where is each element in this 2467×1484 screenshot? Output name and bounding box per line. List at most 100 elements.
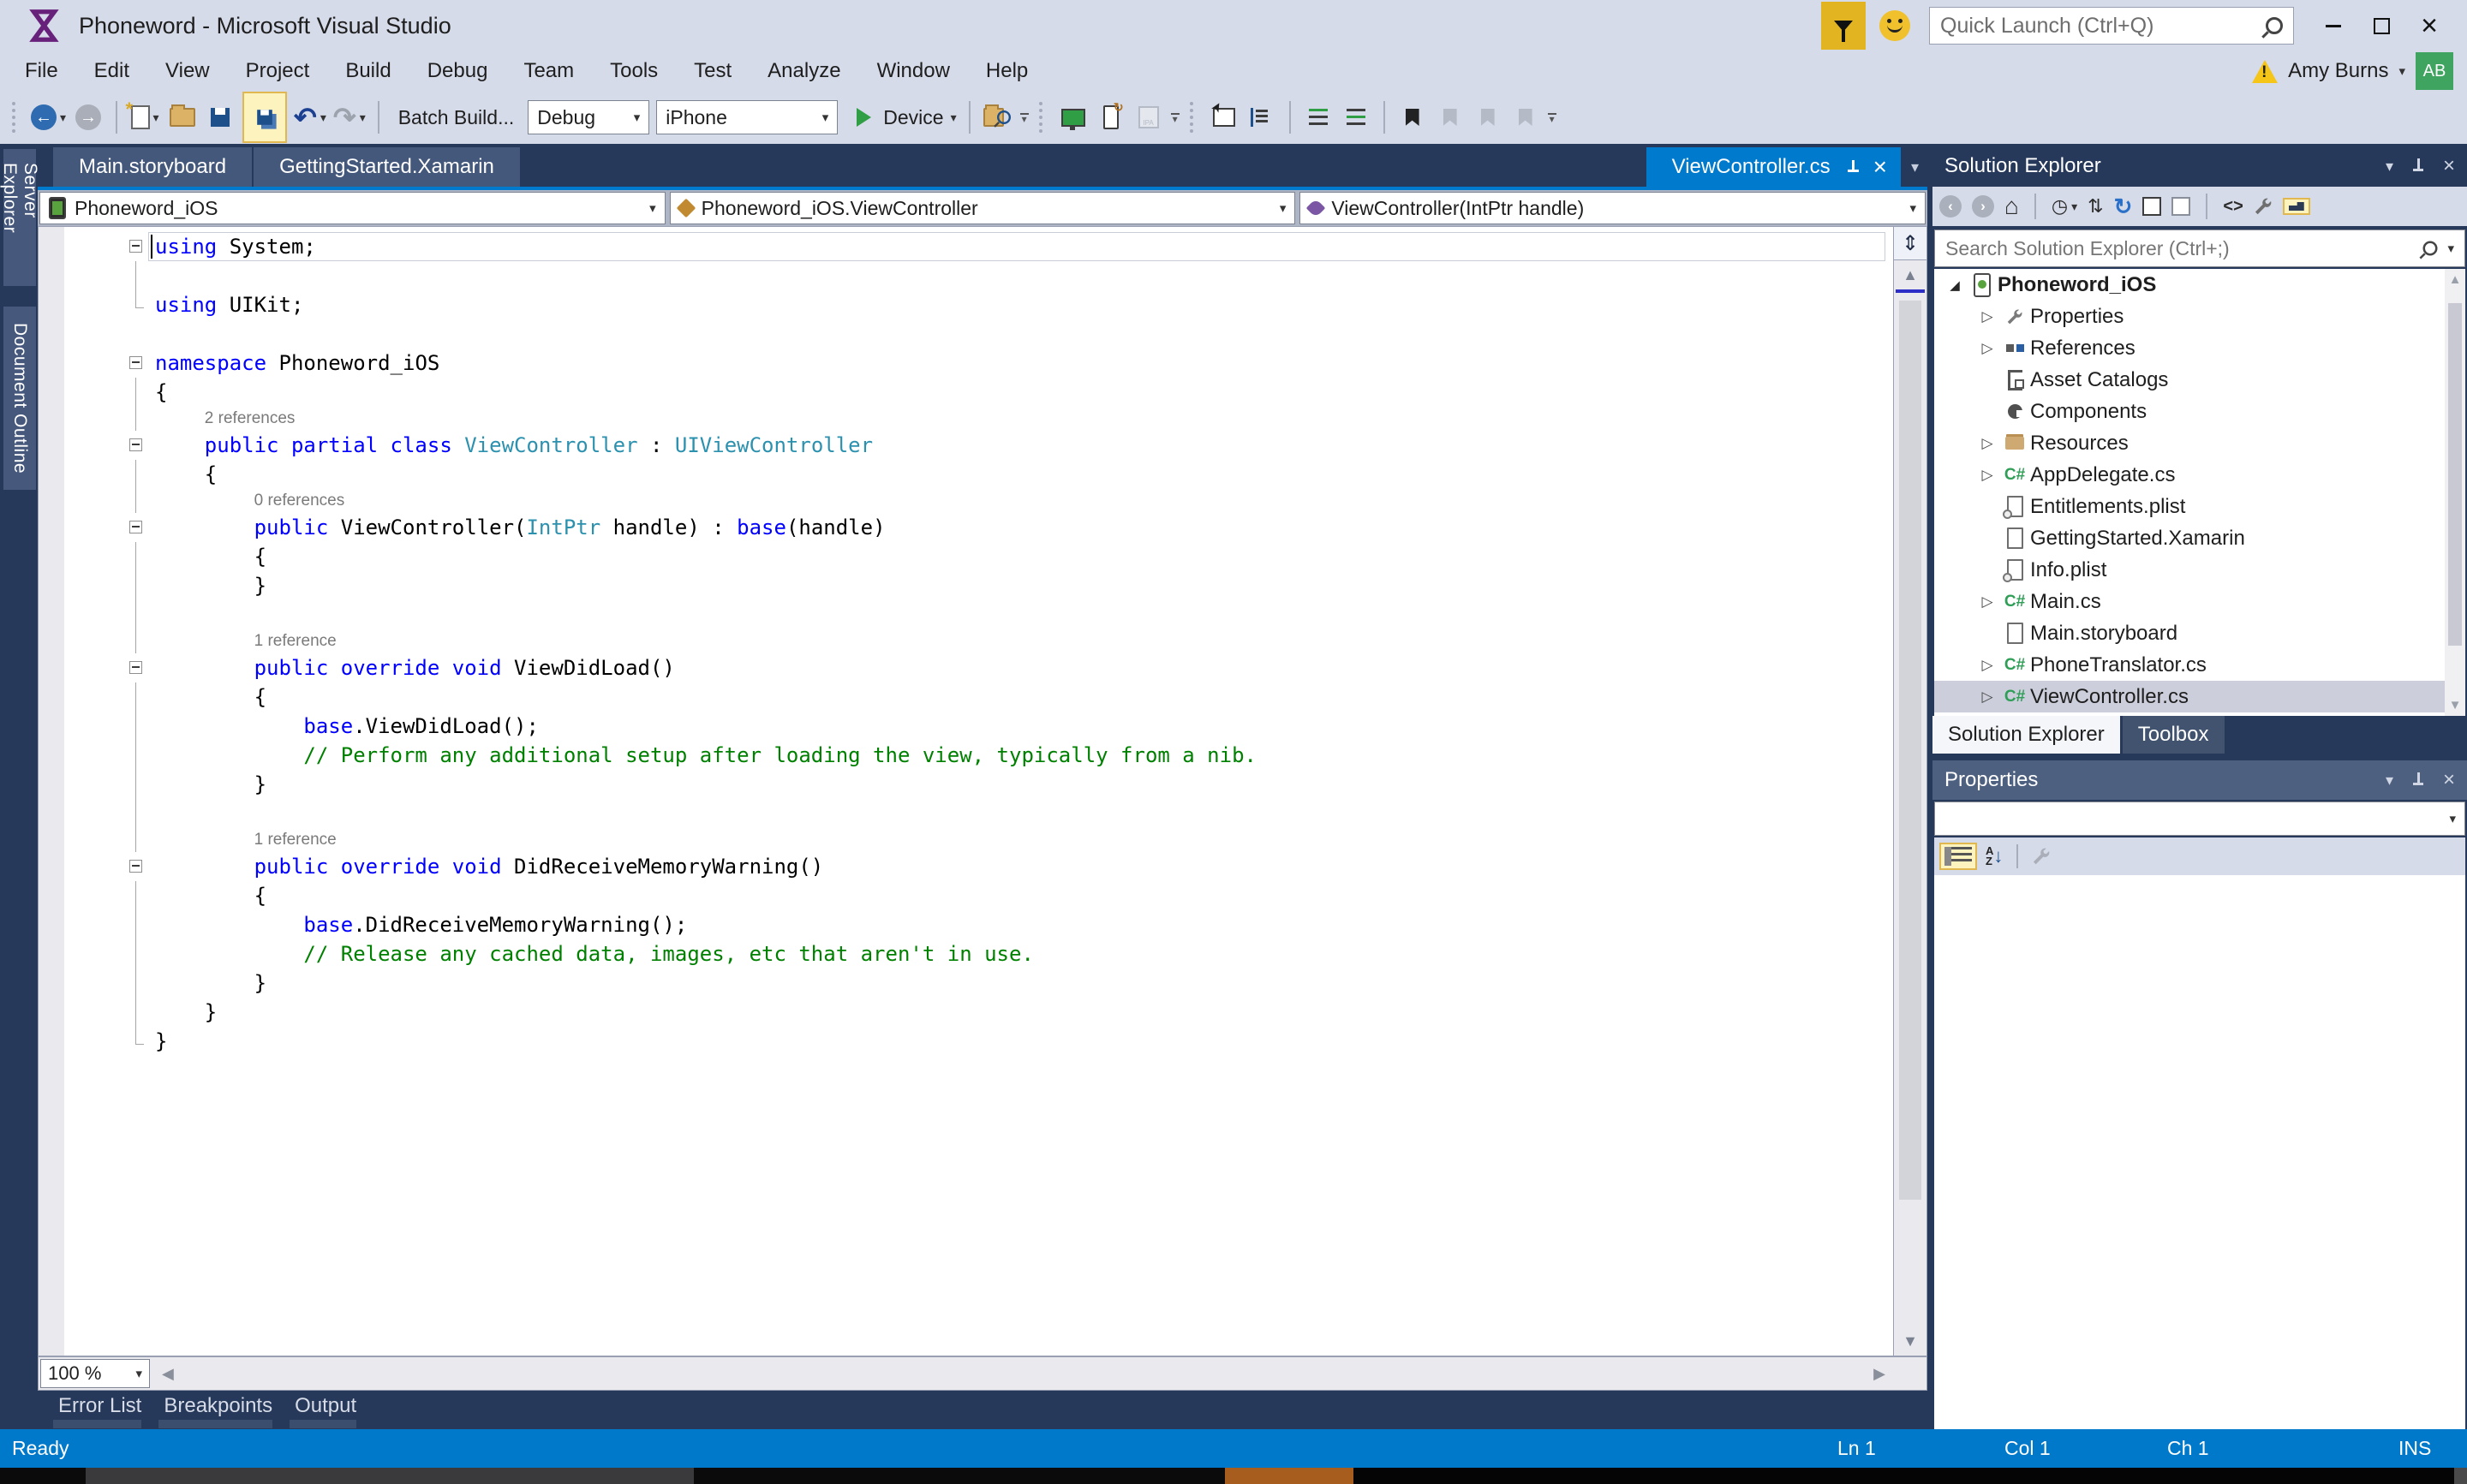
find-in-files-button[interactable] [983,97,1013,138]
refresh-button[interactable]: ↻ [2114,194,2133,220]
collapsed-arrow-icon[interactable]: ▷ [1975,435,1999,452]
close-button[interactable]: × [2405,2,2453,50]
panel-tab-error-list[interactable]: Error List [53,1392,146,1428]
toolbar-overflow-button[interactable] [1020,113,1029,122]
member-dropdown[interactable]: ViewController(IntPtr handle) ▾ [1299,192,1926,224]
account-name[interactable]: Amy Burns [2288,59,2388,83]
fold-collapse-box[interactable] [129,661,142,674]
codelens-indicator[interactable]: 1 reference [39,828,1892,852]
toggle-bookmark-button[interactable] [1397,97,1428,138]
tree-item-asset catalogs[interactable]: Asset Catalogs [1934,364,2465,396]
alphabetical-sort-button[interactable]: A Z ↓ [1986,845,2003,867]
forward-button[interactable]: › [1972,195,1994,218]
publish-ipa-button[interactable]: IPA [1133,97,1164,138]
fold-collapse-box[interactable] [129,860,142,873]
collapsed-arrow-icon[interactable]: ▷ [1975,308,1999,325]
clear-bookmarks-button[interactable] [1510,97,1541,138]
toolbar-overflow-button[interactable] [1171,113,1180,122]
menu-item-view[interactable]: View [147,51,228,91]
tree-item-properties[interactable]: ▷ Properties [1934,301,2465,332]
status-character[interactable]: Ch 1 [2167,1429,2209,1468]
scroll-up-arrow-icon[interactable]: ▲ [2445,272,2465,287]
scrollbar-thumb[interactable] [2448,303,2462,646]
menu-item-window[interactable]: Window [859,51,968,91]
tree-item-gettingstarted.xamarin[interactable]: GettingStarted.Xamarin [1934,522,2465,554]
sidebar-tab-server-explorer[interactable]: Server Explorer [0,149,40,286]
navigate-forward-button[interactable]: → [73,97,104,138]
tree-item-main.cs[interactable]: ▷ C# Main.cs [1934,586,2465,617]
next-bookmark-button[interactable] [1472,97,1503,138]
menu-item-tools[interactable]: Tools [592,51,676,91]
fold-collapse-box[interactable] [129,521,142,533]
redo-button[interactable]: ↷ ▾ [333,97,366,138]
panel-tab-output[interactable]: Output [290,1392,361,1428]
fold-collapse-box[interactable] [129,438,142,451]
back-button[interactable]: ‹ [1939,195,1962,218]
menu-item-debug[interactable]: Debug [409,51,506,91]
open-file-button[interactable] [167,97,198,138]
feedback-button[interactable] [1821,2,1866,50]
previous-bookmark-button[interactable] [1435,97,1466,138]
title-bar[interactable]: ⋈ Phoneword - Microsoft Visual Studio Qu… [0,0,2467,51]
codelens-indicator[interactable]: 1 reference [39,629,1892,653]
close-icon[interactable]: × [2443,768,2455,792]
preview-selected-items-button[interactable] [2282,198,2310,215]
menu-item-help[interactable]: Help [968,51,1046,91]
sidebar-tab-document-outline[interactable]: Document Outline [3,307,36,490]
quick-launch-input[interactable]: Quick Launch (Ctrl+Q) [1929,7,2294,45]
new-file-button[interactable]: * ▾ [126,97,160,138]
collapse-all-icon[interactable] [2142,193,2167,216]
tool-window-tab-toolbox[interactable]: Toolbox [2122,716,2225,754]
status-insert-mode[interactable]: INS [2398,1429,2431,1468]
menu-item-project[interactable]: Project [228,51,328,91]
tree-item-appdelegate.cs[interactable]: ▷ C# AppDelegate.cs [1934,459,2465,491]
document-outline-button[interactable] [1246,97,1277,138]
code-text[interactable]: using System; using UIKit; namespace Phone… [39,227,1892,1356]
show-ios-simulator-button[interactable] [1058,97,1089,138]
code-editor[interactable]: using System; using UIKit; namespace Phone… [38,226,1927,1356]
menu-item-team[interactable]: Team [505,51,592,91]
properties-object-dropdown[interactable]: ▾ [1934,802,2465,836]
panel-tab-breakpoints[interactable]: Breakpoints [158,1392,278,1428]
close-icon[interactable]: × [2443,154,2455,178]
pin-icon[interactable] [2412,158,2424,174]
type-dropdown[interactable]: Phoneword_iOS.ViewController ▾ [669,192,1296,224]
account-chevron-down-icon[interactable]: ▾ [2398,63,2405,79]
send-feedback-smiley-button[interactable] [1879,10,1910,41]
pair-to-mac-button[interactable] [1096,97,1126,138]
navigate-to-button[interactable] [1209,97,1239,138]
solution-configuration-dropdown[interactable]: Debug ▾ [528,100,650,134]
properties-page-button[interactable] [2032,847,2051,866]
tree-item-entitlements.plist[interactable]: Entitlements.plist [1934,491,2465,522]
toolbar-overflow-button[interactable] [1548,113,1556,122]
increase-indent-button[interactable] [1341,97,1371,138]
sync-with-active-document-button[interactable]: ⇅ [2088,195,2103,218]
minimize-button[interactable] [2309,2,2357,50]
restore-button[interactable] [2357,2,2405,50]
editor-horizontal-scrollbar[interactable]: 100 % ▾ ◀ ▶ [38,1356,1927,1391]
status-line[interactable]: Ln 1 [1837,1429,1876,1468]
menu-item-test[interactable]: Test [676,51,750,91]
undo-button[interactable]: ↶ ▾ [294,97,326,138]
solution-platform-dropdown[interactable]: iPhone ▾ [656,100,839,134]
toolbar-grip-handle[interactable] [1038,102,1048,133]
collapsed-arrow-icon[interactable]: ▷ [1975,657,1999,674]
tree-item-resources[interactable]: ▷ Resources [1934,427,2465,459]
properties-wrench-button[interactable] [2254,197,2273,216]
editor-zoom-dropdown[interactable]: 100 % ▾ [40,1359,150,1388]
window-position-chevron-icon[interactable]: ▾ [2386,158,2393,176]
solution-explorer-header[interactable]: Solution Explorer ▾ × [1932,147,2467,185]
window-position-chevron-icon[interactable]: ▾ [2386,772,2393,790]
collapsed-arrow-icon[interactable]: ▷ [1975,340,1999,357]
menu-item-analyze[interactable]: Analyze [750,51,858,91]
pending-changes-filter-button[interactable]: ◷ ▾ [2052,195,2077,218]
tool-window-tab-solution-explorer[interactable]: Solution Explorer [1932,716,2120,754]
menu-item-edit[interactable]: Edit [76,51,147,91]
collapsed-arrow-icon[interactable]: ▷ [1975,593,1999,611]
fold-collapse-box[interactable] [129,356,142,369]
tree-item-viewcontroller.cs[interactable]: ▷ C# ViewController.cs [1934,681,2465,712]
codelens-indicator[interactable]: 2 references [39,407,1892,431]
tree-item-components[interactable]: Components [1934,396,2465,427]
batch-build-button[interactable]: Batch Build... [391,106,522,129]
tree-item-references[interactable]: ▷ References [1934,332,2465,364]
